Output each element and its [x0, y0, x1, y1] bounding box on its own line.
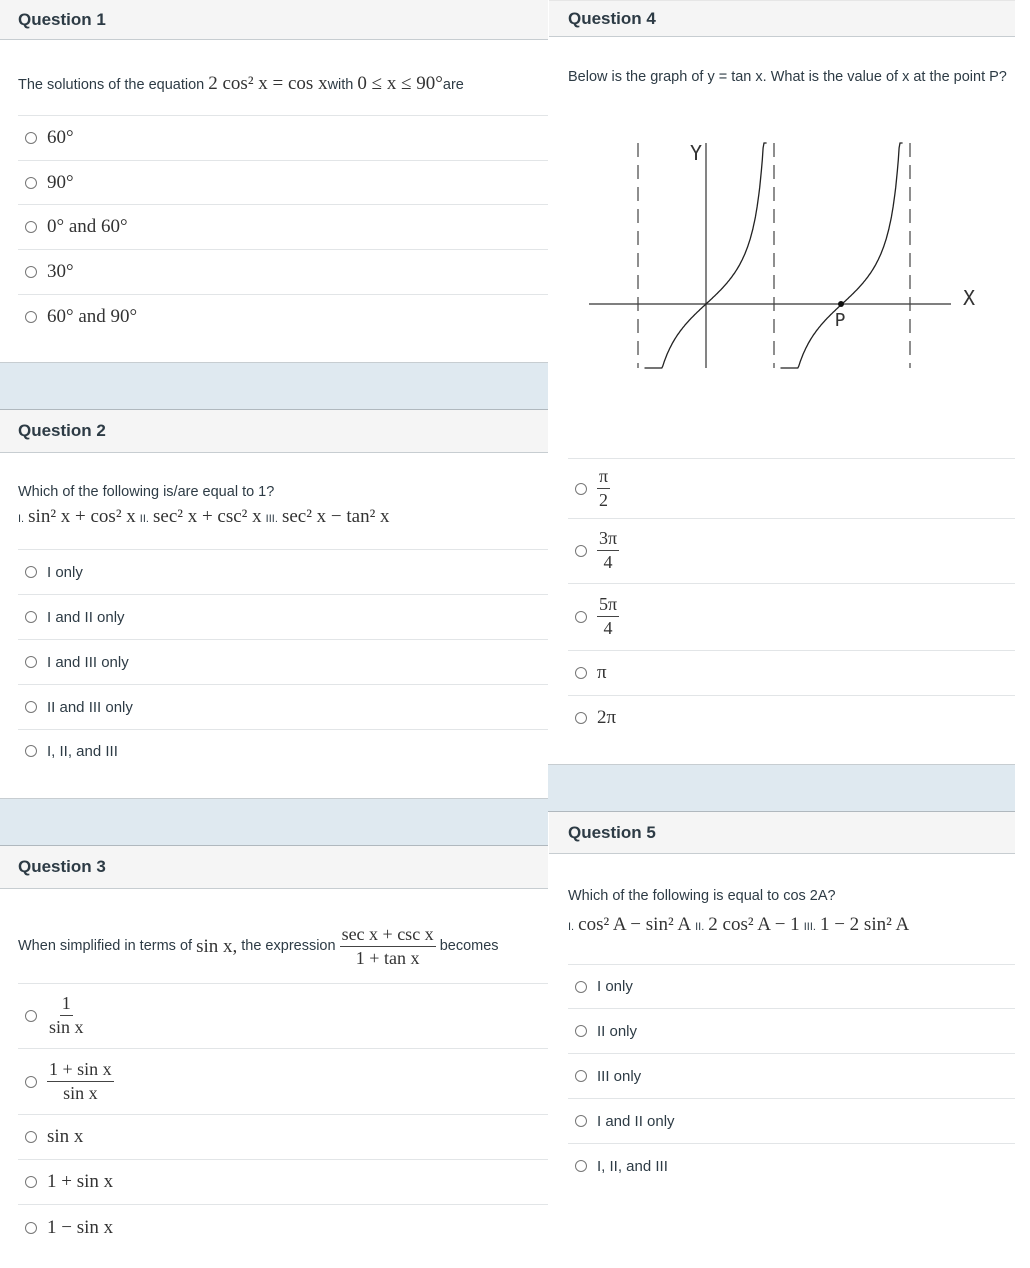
- question-4-header: Question 4: [549, 0, 1015, 37]
- range: 0 ≤ x ≤ 90°: [357, 73, 443, 94]
- radio-button[interactable]: [575, 1025, 587, 1038]
- answer-option[interactable]: 2π: [568, 696, 1015, 740]
- answer-option[interactable]: I and II only: [18, 595, 548, 640]
- answer-option[interactable]: I only: [18, 550, 548, 595]
- statement-list: I. sin² x + cos² x II. sec² x + csc² x I…: [18, 506, 390, 528]
- answer-option[interactable]: I and III only: [18, 640, 548, 685]
- question-1: Question 1 The solutions of the equation…: [0, 0, 548, 339]
- question-title: Question 2: [18, 421, 106, 440]
- answer-option[interactable]: 5π 4: [568, 584, 1015, 652]
- radio-button[interactable]: [575, 482, 587, 495]
- x-axis-label: X: [963, 286, 975, 310]
- question-title: Question 5: [568, 822, 656, 842]
- answer-option[interactable]: I and II only: [568, 1099, 1015, 1145]
- question-4: Question 4 Below is the graph of y = tan…: [549, 0, 1015, 740]
- question-5-header: Question 5: [549, 812, 1015, 855]
- answer-option[interactable]: I, II, and III: [18, 730, 548, 772]
- y-axis-label: Y: [690, 141, 702, 165]
- answer-list: π2 3π 4 5π 4 π 2π: [568, 458, 1015, 740]
- radio-button[interactable]: [25, 566, 37, 578]
- left-column: Question 1 The solutions of the equation…: [0, 0, 548, 1250]
- answer-option[interactable]: 1 sin x: [18, 984, 548, 1049]
- answer-option[interactable]: 1 + sin x sin x: [18, 1049, 548, 1115]
- question-5-text: Which of the following is equal to cos 2…: [568, 854, 1015, 964]
- tan-graph: Y X P: [568, 88, 1015, 458]
- point-p-label: P: [835, 310, 846, 331]
- question-separator: [0, 362, 548, 410]
- radio-button[interactable]: [575, 1160, 587, 1173]
- radio-button[interactable]: [575, 1115, 587, 1128]
- question-3: Question 3 When simplified in terms of s…: [0, 846, 548, 1250]
- answer-list: 60° 90° 0° and 60° 30° 60° and 90°: [18, 115, 548, 339]
- radio-button[interactable]: [575, 545, 587, 558]
- question-title: Question 4: [568, 8, 656, 28]
- radio-button[interactable]: [25, 1010, 37, 1022]
- radio-button[interactable]: [25, 701, 37, 713]
- answer-option[interactable]: 30°: [18, 250, 548, 295]
- answer-option[interactable]: 1 − sin x: [18, 1205, 548, 1250]
- answer-option[interactable]: II only: [568, 1009, 1015, 1055]
- question-1-text: The solutions of the equation 2 cos² x =…: [18, 73, 464, 94]
- answer-option[interactable]: III only: [568, 1054, 1015, 1100]
- question-separator: [0, 798, 548, 846]
- answer-option[interactable]: sin x: [18, 1115, 548, 1160]
- question-5: Question 5 Which of the following is equ…: [549, 812, 1015, 1188]
- radio-button[interactable]: [25, 311, 37, 323]
- radio-button[interactable]: [25, 132, 37, 144]
- radio-button[interactable]: [25, 1176, 37, 1188]
- answer-option[interactable]: 3π 4: [568, 519, 1015, 585]
- answer-option[interactable]: π: [568, 651, 1015, 697]
- radio-button[interactable]: [575, 611, 587, 624]
- answer-option[interactable]: 60°: [18, 116, 548, 161]
- radio-button[interactable]: [25, 1221, 37, 1234]
- answer-option[interactable]: 90°: [18, 161, 548, 205]
- radio-button[interactable]: [25, 1131, 37, 1143]
- answer-option[interactable]: 1 + sin x: [18, 1160, 548, 1205]
- answer-list: I only I and II only I and III only II a…: [18, 549, 548, 772]
- answer-option[interactable]: I, II, and III: [568, 1144, 1015, 1188]
- answer-list: I only II only III only I and II only I,…: [568, 964, 1015, 1188]
- question-2-text: Which of the following is/are equal to 1…: [18, 453, 548, 549]
- tan-curve-branch: [780, 142, 903, 369]
- radio-button[interactable]: [25, 266, 37, 278]
- radio-button[interactable]: [575, 980, 587, 993]
- question-3-header: Question 3: [0, 846, 548, 889]
- answer-option[interactable]: 0° and 60°: [18, 205, 548, 250]
- radio-button[interactable]: [25, 221, 37, 233]
- question-3-text: When simplified in terms of sin x, the e…: [18, 924, 499, 969]
- point-p-marker: [838, 301, 844, 308]
- expression-fraction: sec x + csc x1 + tan x: [339, 924, 436, 969]
- question-2: Question 2 Which of the following is/are…: [0, 410, 548, 772]
- question-title: Question 3: [18, 857, 106, 876]
- question-separator: [548, 764, 1015, 813]
- answer-option[interactable]: I only: [568, 965, 1015, 1010]
- radio-button[interactable]: [25, 1075, 37, 1088]
- question-2-header: Question 2: [0, 410, 548, 453]
- equation: 2 cos² x = cos x: [208, 73, 328, 94]
- radio-button[interactable]: [575, 712, 587, 725]
- question-title: Question 1: [18, 9, 106, 29]
- radio-button[interactable]: [575, 667, 587, 680]
- radio-button[interactable]: [25, 176, 37, 189]
- statement-list: I. cos² A − sin² A II. 2 cos² A − 1 III.…: [568, 913, 910, 935]
- answer-list: 1 sin x 1 + sin x sin x sin x 1 + sin x 1 …: [18, 983, 548, 1250]
- question-4-text: Below is the graph of y = tan x. What is…: [568, 69, 1007, 85]
- answer-option[interactable]: 60° and 90°: [18, 295, 548, 339]
- right-column: Question 4 Below is the graph of y = tan…: [548, 0, 1015, 1188]
- radio-button[interactable]: [575, 1070, 587, 1083]
- answer-option[interactable]: II and III only: [18, 685, 548, 730]
- radio-button[interactable]: [25, 656, 37, 668]
- answer-option[interactable]: π2: [568, 459, 1015, 520]
- question-1-header: Question 1: [0, 0, 548, 40]
- radio-button[interactable]: [25, 745, 37, 757]
- radio-button[interactable]: [25, 611, 37, 623]
